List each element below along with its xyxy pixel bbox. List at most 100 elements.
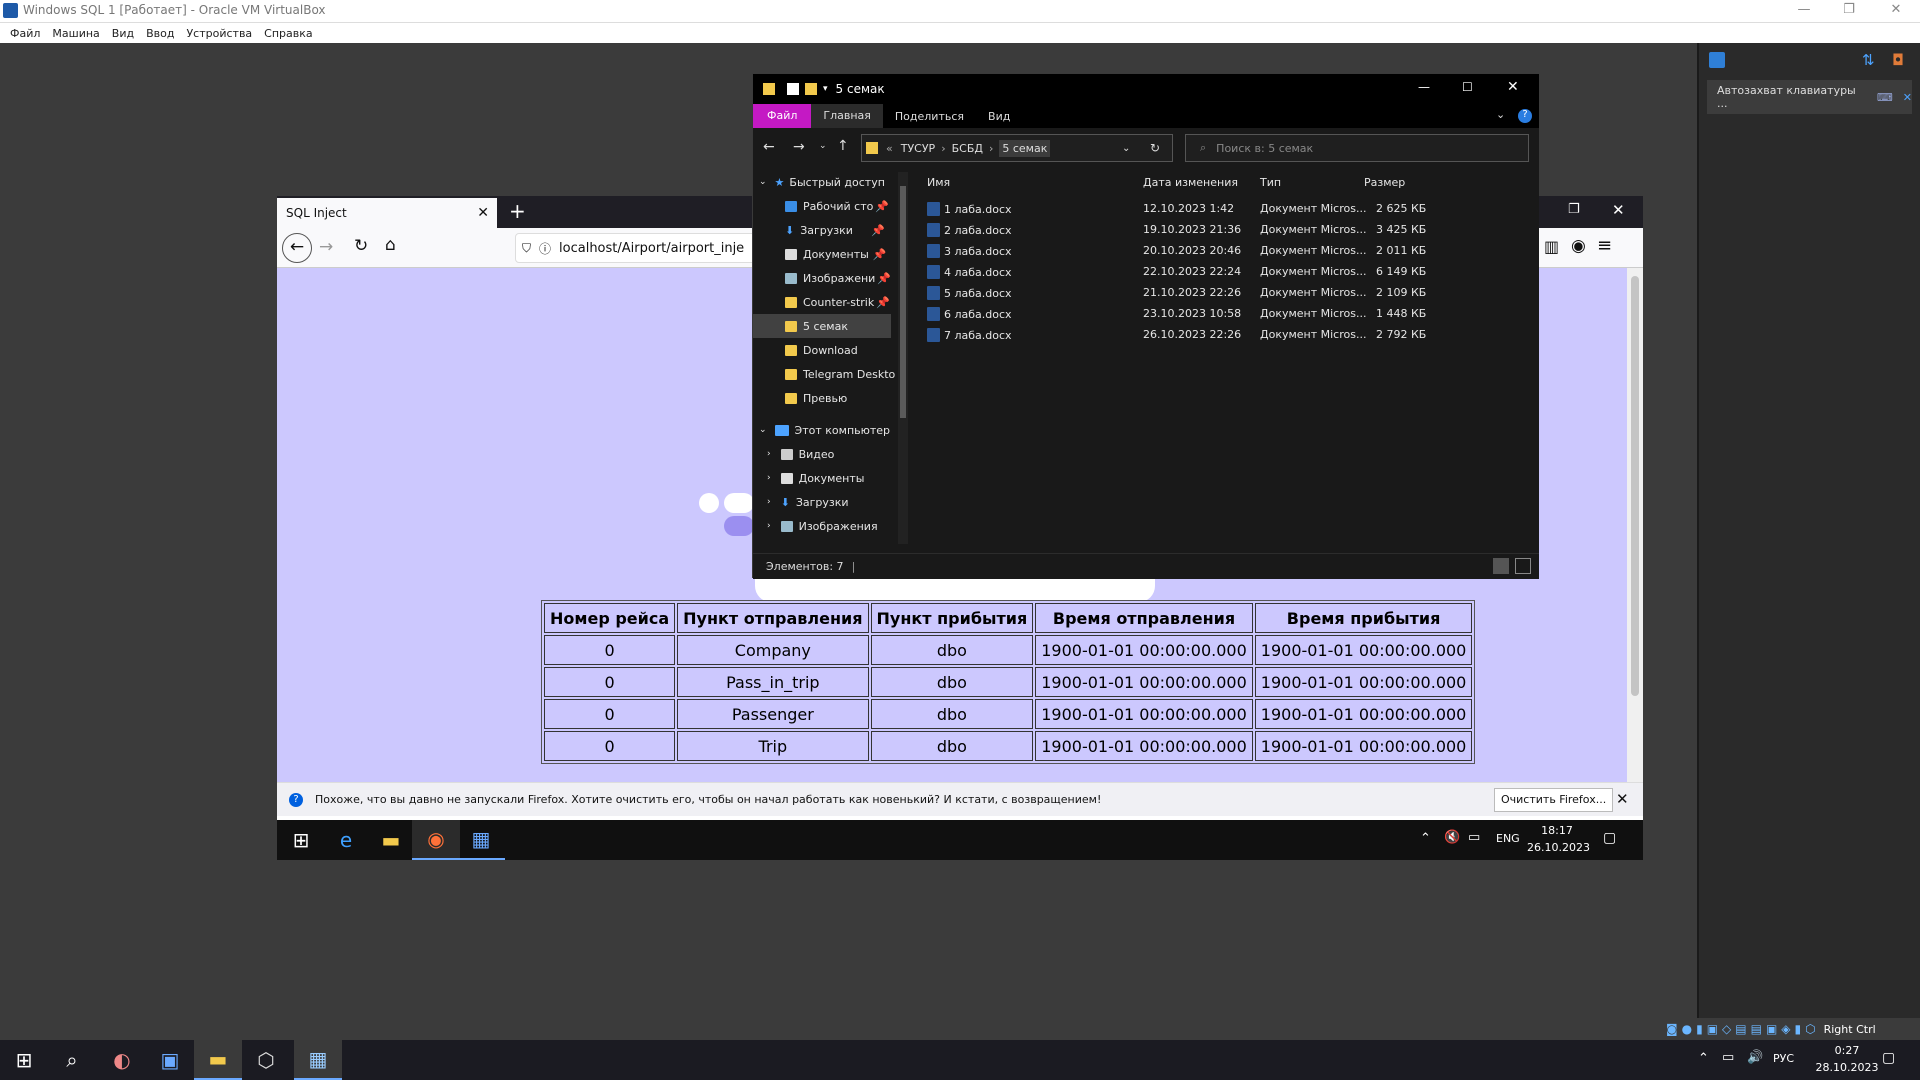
browser-tab[interactable]: SQL Inject ✕	[277, 198, 497, 228]
refresh-firefox-button[interactable]: Очистить Firefox...	[1494, 788, 1614, 812]
firefox-icon[interactable]: ◉	[412, 820, 460, 860]
menu-icon[interactable]: ≡	[1597, 235, 1612, 256]
file-row[interactable]: 3 лаба.docx 20.10.2023 20:46 Документ Micr…	[917, 240, 1537, 261]
host-time[interactable]: 0:27	[1822, 1044, 1872, 1057]
sidebar-icon[interactable]: ▥	[1544, 237, 1559, 256]
close-notification-icon[interactable]: ✕	[1903, 91, 1912, 104]
minimize-icon[interactable]: —	[1784, 2, 1824, 20]
start-icon[interactable]: ⊞	[277, 820, 325, 860]
virtualbox-icon[interactable]: ⬡	[242, 1040, 290, 1080]
search-icon[interactable]: ⌕	[48, 1040, 96, 1080]
nav-item-5-semak[interactable]: 5 семак	[753, 314, 891, 338]
nav-pc-documents[interactable]: › Документы	[767, 466, 907, 490]
volume-muted-icon[interactable]: 🔇	[1444, 830, 1460, 845]
remote-desktop-icon[interactable]: ▣	[146, 1040, 194, 1080]
close-notification-icon[interactable]: ✕	[1616, 790, 1629, 808]
file-row[interactable]: 7 лаба.docx 26.10.2023 22:26 Документ Micr…	[917, 324, 1537, 345]
ribbon-tab-share[interactable]: Поделиться	[883, 105, 976, 128]
menu-machine[interactable]: Машина	[52, 27, 99, 40]
home-icon[interactable]: ⌂	[385, 235, 396, 255]
nav-pc-pictures[interactable]: › Изображения	[767, 514, 907, 538]
close-icon[interactable]: ✕	[1876, 2, 1916, 20]
new-tab-icon[interactable]: +	[509, 199, 526, 223]
ff-restore-icon[interactable]: ❐	[1568, 202, 1580, 217]
col-size[interactable]: Размер	[1364, 176, 1405, 189]
menu-help[interactable]: Справка	[264, 27, 312, 40]
close-icon[interactable]: ✕	[1507, 79, 1519, 95]
file-row[interactable]: 2 лаба.docx 19.10.2023 21:36 Документ Micr…	[917, 219, 1537, 240]
host-date[interactable]: 28.10.2023	[1815, 1061, 1879, 1074]
restore-icon[interactable]: ❐	[1829, 2, 1869, 20]
network-icon[interactable]: ▭	[1468, 830, 1480, 845]
expand-ribbon-icon[interactable]: ⌄	[1496, 108, 1505, 121]
guest-time[interactable]: 18:17	[1532, 824, 1582, 837]
internet-explorer-icon[interactable]: e	[322, 820, 370, 860]
tray-chevron-icon[interactable]: ⌃	[1698, 1051, 1709, 1066]
action-center-icon[interactable]: ▢	[1882, 1050, 1895, 1066]
vm-window-icon[interactable]: ▦	[294, 1040, 342, 1080]
recent-locations-icon[interactable]: ⌄	[819, 141, 827, 151]
quick-access-toolbar-icon[interactable]: ▾	[823, 84, 828, 94]
menu-devices[interactable]: Устройства	[186, 27, 252, 40]
address-dropdown-icon[interactable]: ⌄	[1122, 143, 1130, 154]
volume-icon[interactable]: 🔊	[1747, 1050, 1763, 1065]
page-scrollbar[interactable]	[1627, 268, 1643, 782]
close-tab-icon[interactable]: ✕	[477, 205, 489, 221]
file-explorer-icon[interactable]: ▬	[367, 820, 415, 860]
back-icon[interactable]: ←	[763, 139, 775, 155]
file-explorer-icon[interactable]: ▬	[194, 1040, 242, 1080]
col-date[interactable]: Дата изменения	[1143, 176, 1238, 189]
menu-file[interactable]: Файл	[10, 27, 40, 40]
large-icons-view-icon[interactable]	[1515, 558, 1531, 574]
col-type[interactable]: Тип	[1260, 176, 1281, 189]
scrollbar-thumb[interactable]	[1631, 276, 1639, 696]
action-center-icon[interactable]: ▢	[1603, 830, 1616, 846]
notification-center-icon[interactable]	[1709, 52, 1725, 68]
ribbon-tab-home[interactable]: Главная	[811, 104, 883, 128]
breadcrumb-current[interactable]: 5 семак	[999, 139, 1051, 157]
file-row[interactable]: 6 лаба.docx 23.10.2023 10:58 Документ Micr…	[917, 303, 1537, 324]
ribbon-tab-file[interactable]: Файл	[753, 104, 812, 128]
reload-icon[interactable]: ↻	[354, 236, 368, 256]
ribbon-tab-view[interactable]: Вид	[976, 105, 1022, 128]
help-icon[interactable]: ?	[1518, 109, 1532, 123]
refresh-icon[interactable]: ↻	[1150, 141, 1160, 155]
guest-date[interactable]: 26.10.2023	[1527, 841, 1590, 854]
properties-icon[interactable]	[787, 83, 799, 95]
file-row[interactable]: 5 лаба.docx 21.10.2023 22:26 Документ Micr…	[917, 282, 1537, 303]
nav-pc-video[interactable]: › Видео	[767, 442, 907, 466]
back-icon[interactable]: ←	[282, 233, 312, 263]
menu-input[interactable]: Ввод	[146, 27, 174, 40]
breadcrumb-tusur[interactable]: ТУСУР	[901, 142, 935, 155]
sort-icon[interactable]: ⇅	[1862, 51, 1875, 69]
start-icon[interactable]: ⊞	[0, 1040, 48, 1080]
new-folder-icon[interactable]	[805, 83, 817, 95]
tray-chevron-icon[interactable]: ⌃	[1420, 831, 1431, 846]
forward-icon[interactable]: →	[319, 237, 333, 257]
file-row[interactable]: 1 лаба.docx 12.10.2023 1:42 Документ Micro…	[917, 198, 1537, 219]
guest-lang[interactable]: ENG	[1496, 832, 1520, 845]
nav-scrollbar-thumb[interactable]	[900, 186, 906, 418]
toolbox-icon[interactable]: ◘	[1892, 51, 1904, 69]
menu-view[interactable]: Вид	[112, 27, 134, 40]
search-input[interactable]: ⌕ Поиск в: 5 семак	[1185, 134, 1529, 162]
up-icon[interactable]: ↑	[837, 138, 849, 154]
details-view-icon[interactable]	[1493, 558, 1509, 574]
breadcrumb-bsbd[interactable]: БСБД	[952, 142, 983, 155]
nav-this-pc[interactable]: ⌄ Этот компьютер	[759, 418, 899, 442]
network-icon[interactable]: ▭	[1722, 1050, 1734, 1065]
account-icon[interactable]: ◉	[1571, 236, 1586, 256]
nav-pc-downloads[interactable]: › ⬇ Загрузки	[767, 490, 907, 514]
col-name[interactable]: Имя	[927, 176, 950, 189]
path-overflow[interactable]: «	[886, 142, 893, 155]
forward-icon[interactable]: →	[793, 139, 805, 155]
host-lang[interactable]: РУС	[1773, 1052, 1794, 1065]
paint-icon[interactable]: ◐	[98, 1040, 146, 1080]
address-bar[interactable]: « ТУСУР › БСБД › 5 семак ⌄ ↻	[861, 134, 1173, 162]
maximize-icon[interactable]: ☐	[1462, 80, 1473, 94]
info-icon[interactable]: ⓘ	[539, 240, 551, 257]
shield-icon[interactable]: ⛉	[522, 241, 531, 256]
minimize-icon[interactable]: —	[1418, 80, 1430, 94]
file-row[interactable]: 4 лаба.docx 22.10.2023 22:24 Документ Micr…	[917, 261, 1537, 282]
ff-close-icon[interactable]: ✕	[1612, 201, 1625, 219]
